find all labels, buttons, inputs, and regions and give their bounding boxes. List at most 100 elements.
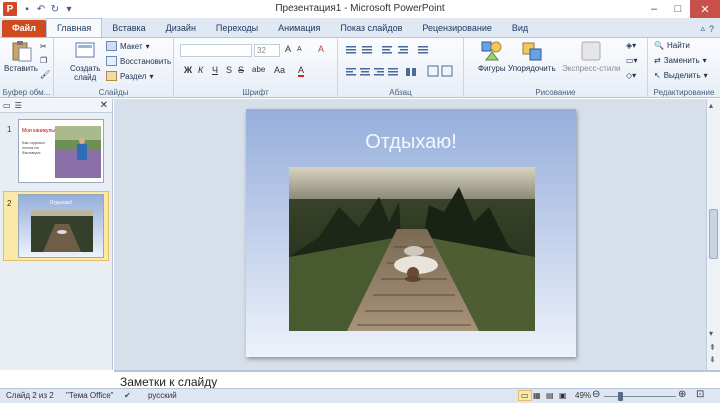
vertical-scrollbar[interactable]: ▴ ▾ ⇞ ⇟ bbox=[706, 99, 720, 370]
slide-thumbnail-1[interactable]: Мои каникулы Как отдыхал летом на Фальму… bbox=[18, 119, 104, 183]
quick-styles-button[interactable]: Экспресс-стили bbox=[562, 40, 621, 73]
shape-outline-icon[interactable]: ▭▾ bbox=[626, 56, 638, 65]
editing-group: 🔍 Найти ⇄ Заменить ▾ ↖ Выделить ▾ Редактирова… bbox=[648, 38, 720, 98]
minimize-ribbon-icon[interactable]: ▵ bbox=[700, 23, 705, 34]
cut-icon[interactable]: ✂ bbox=[40, 42, 47, 51]
tab-design[interactable]: Дизайн bbox=[156, 20, 206, 37]
theme-name[interactable]: "Тема Office" bbox=[66, 391, 114, 400]
tab-insert[interactable]: Вставка bbox=[102, 20, 155, 37]
fit-to-window-icon[interactable]: ⊡ bbox=[696, 389, 704, 400]
shapes-button[interactable]: Фигуры bbox=[478, 40, 506, 73]
paste-icon bbox=[12, 41, 32, 62]
thumb1-text: Как отдыхал летом на Фальмусе bbox=[22, 140, 45, 155]
section-icon bbox=[106, 71, 117, 81]
replace-button[interactable]: ⇄ Заменить ▾ bbox=[654, 56, 707, 65]
shape-effects-icon[interactable]: ◇▾ bbox=[626, 71, 636, 80]
pane-tabs: ▭ ☰ bbox=[0, 99, 112, 113]
clear-formatting-button[interactable]: A bbox=[318, 44, 324, 54]
font-group-label: Шрифт bbox=[242, 88, 269, 97]
arrange-icon bbox=[522, 42, 542, 61]
shrink-font-button[interactable]: A bbox=[297, 46, 302, 53]
paste-button[interactable]: Вставить bbox=[4, 40, 38, 73]
paragraph-icons[interactable] bbox=[346, 44, 456, 84]
drawing-group: Фигуры Упорядочить Экспресс-стили ◈▾ ▭▾ … bbox=[464, 38, 648, 98]
customize-icon[interactable]: ▾ bbox=[63, 4, 75, 15]
notes-pane[interactable]: Заметки к слайду bbox=[114, 370, 720, 389]
drawing-group-label: Рисование bbox=[535, 88, 576, 97]
redo-icon[interactable]: ↻ bbox=[49, 4, 61, 15]
bold-button[interactable]: Ж bbox=[184, 65, 192, 75]
copy-icon[interactable]: ❐ bbox=[40, 56, 47, 65]
slide-title[interactable]: Отдыхаю! bbox=[246, 131, 576, 154]
save-icon[interactable]: ▪ bbox=[21, 4, 33, 15]
slide-photo[interactable] bbox=[289, 167, 535, 331]
zoom-in-icon[interactable]: ⊕ bbox=[678, 389, 686, 400]
undo-icon[interactable]: ↶ bbox=[35, 4, 47, 15]
zoom-level[interactable]: 49% bbox=[575, 391, 591, 400]
thumb2-title: Отдыхаю! bbox=[49, 200, 73, 206]
ribbon-right-controls: ▵ ? bbox=[700, 20, 714, 37]
font-size-combo[interactable]: 32 bbox=[254, 44, 280, 57]
tab-view[interactable]: Вид bbox=[502, 20, 538, 37]
maximize-button[interactable]: □ bbox=[666, 0, 690, 18]
underline-button[interactable]: Ч bbox=[212, 65, 218, 75]
zoom-out-icon[interactable]: ⊖ bbox=[592, 389, 600, 400]
section-button[interactable]: Раздел ▾ bbox=[106, 71, 153, 81]
language-indicator[interactable]: русский bbox=[148, 391, 177, 400]
new-slide-button[interactable]: Создать слайд bbox=[70, 40, 100, 82]
editing-group-label: Редактирование bbox=[653, 88, 715, 97]
tab-slideshow[interactable]: Показ слайдов bbox=[330, 20, 412, 37]
strikethrough-button[interactable]: S bbox=[238, 65, 244, 75]
thumb2-photo bbox=[31, 210, 93, 252]
grow-font-button[interactable]: A bbox=[285, 44, 291, 54]
outline-tab-icon[interactable]: ☰ bbox=[15, 101, 22, 110]
help-icon[interactable]: ? bbox=[709, 24, 714, 34]
shadow-button[interactable]: S bbox=[226, 65, 232, 75]
reset-button[interactable]: Восстановить bbox=[106, 56, 171, 66]
close-button[interactable]: ✕ bbox=[690, 0, 720, 18]
slide-sorter-icon[interactable]: ▦ bbox=[533, 391, 541, 400]
char-spacing-button[interactable]: abe bbox=[252, 65, 265, 74]
zoom-slider-knob[interactable] bbox=[617, 392, 623, 401]
notes-placeholder[interactable]: Заметки к слайду bbox=[120, 375, 217, 389]
slide-thumbnail-2[interactable]: Отдыхаю! bbox=[18, 194, 104, 258]
select-button[interactable]: ↖ Выделить ▾ bbox=[654, 71, 708, 80]
font-group: 32 A A A Ж К Ч S S abe Aa A Шрифт bbox=[174, 38, 338, 98]
minimize-button[interactable]: – bbox=[642, 0, 666, 18]
arrange-button[interactable]: Упорядочить bbox=[508, 40, 556, 73]
find-button[interactable]: 🔍 Найти bbox=[654, 41, 690, 50]
paragraph-group: Абзац bbox=[338, 38, 464, 98]
tab-transitions[interactable]: Переходы bbox=[206, 20, 268, 37]
layout-icon bbox=[106, 41, 117, 51]
tab-home[interactable]: Главная bbox=[45, 18, 103, 37]
slides-tab-icon[interactable]: ▭ bbox=[3, 101, 11, 110]
format-painter-icon[interactable]: 🖌 bbox=[40, 70, 50, 79]
slides-group: Создать слайд Макет ▾ Восстановить Раздел… bbox=[54, 38, 174, 98]
next-slide-icon[interactable]: ⇟ bbox=[709, 355, 716, 364]
normal-view-icon[interactable]: ▭ bbox=[518, 390, 532, 401]
scroll-thumb[interactable] bbox=[709, 209, 718, 259]
shape-fill-icon[interactable]: ◈▾ bbox=[626, 41, 636, 50]
font-color-button[interactable]: A bbox=[298, 65, 305, 77]
scroll-up-icon[interactable]: ▴ bbox=[709, 101, 713, 110]
clipboard-group: Вставить ✂ ❐ 🖌 Буфер обм... bbox=[0, 38, 54, 98]
tab-animations[interactable]: Анимация bbox=[268, 20, 330, 37]
previous-slide-icon[interactable]: ⇞ bbox=[709, 343, 716, 352]
ribbon-tabs: Файл Главная Вставка Дизайн Переходы Ани… bbox=[0, 18, 720, 38]
pane-close-icon[interactable]: ✕ bbox=[100, 100, 108, 111]
scroll-down-icon[interactable]: ▾ bbox=[709, 329, 713, 338]
slideshow-icon[interactable]: ▣ bbox=[559, 391, 567, 400]
current-slide[interactable]: Отдыхаю! bbox=[246, 109, 576, 357]
layout-button[interactable]: Макет ▾ bbox=[106, 41, 150, 51]
change-case-button[interactable]: Aa bbox=[274, 65, 285, 75]
zoom-slider[interactable] bbox=[604, 396, 676, 397]
tab-file[interactable]: Файл bbox=[2, 20, 46, 37]
italic-button[interactable]: К bbox=[198, 65, 203, 75]
font-name-combo[interactable] bbox=[180, 44, 252, 57]
reading-view-icon[interactable]: ▤ bbox=[546, 391, 554, 400]
powerpoint-app-icon[interactable]: P bbox=[3, 2, 17, 16]
tab-review[interactable]: Рецензирование bbox=[412, 20, 502, 37]
ribbon: Вставить ✂ ❐ 🖌 Буфер обм... Создать слай… bbox=[0, 38, 720, 98]
window-title: Презентация1 - Microsoft PowerPoint bbox=[275, 3, 445, 14]
spelling-icon[interactable]: ✔ bbox=[124, 391, 131, 400]
